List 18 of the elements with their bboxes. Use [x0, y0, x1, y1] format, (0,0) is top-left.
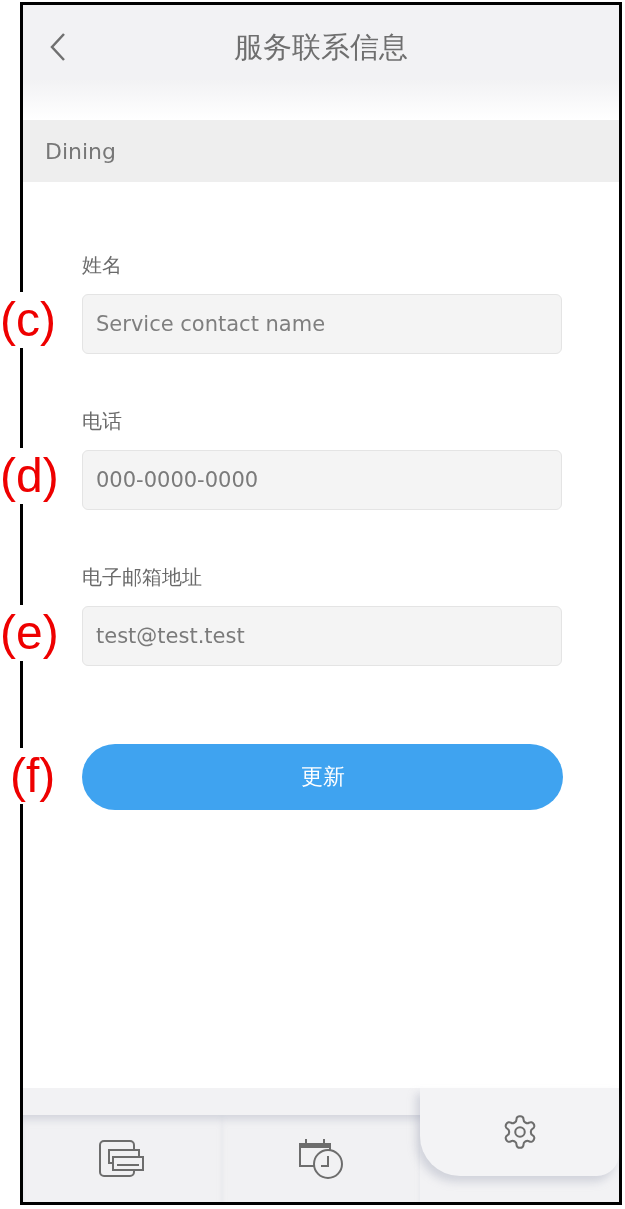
nav-tab[interactable] — [221, 1115, 421, 1202]
input-field[interactable]: test@test.test — [82, 606, 562, 666]
field-label: 电子邮箱地址 — [82, 564, 203, 591]
page-title: 服务联系信息 — [234, 29, 408, 66]
update-button[interactable]: 更新 — [82, 744, 563, 810]
input-field[interactable]: Service contact name — [82, 294, 562, 354]
calendar-clock-icon — [298, 1137, 344, 1180]
annotation-label: (e) — [0, 605, 59, 661]
nav-tab[interactable] — [23, 1115, 222, 1202]
field-label: 姓名 — [82, 252, 123, 279]
annotation-label: (f) — [10, 748, 56, 804]
field-label: 电话 — [82, 408, 123, 435]
back-icon — [50, 32, 66, 62]
input-field[interactable]: 000-0000-0000 — [82, 450, 562, 510]
annotation-label: (d) — [0, 448, 59, 504]
section-title: Dining — [45, 138, 117, 164]
annotation-label: (c) — [0, 292, 56, 348]
stacked-cards-icon — [99, 1139, 146, 1178]
